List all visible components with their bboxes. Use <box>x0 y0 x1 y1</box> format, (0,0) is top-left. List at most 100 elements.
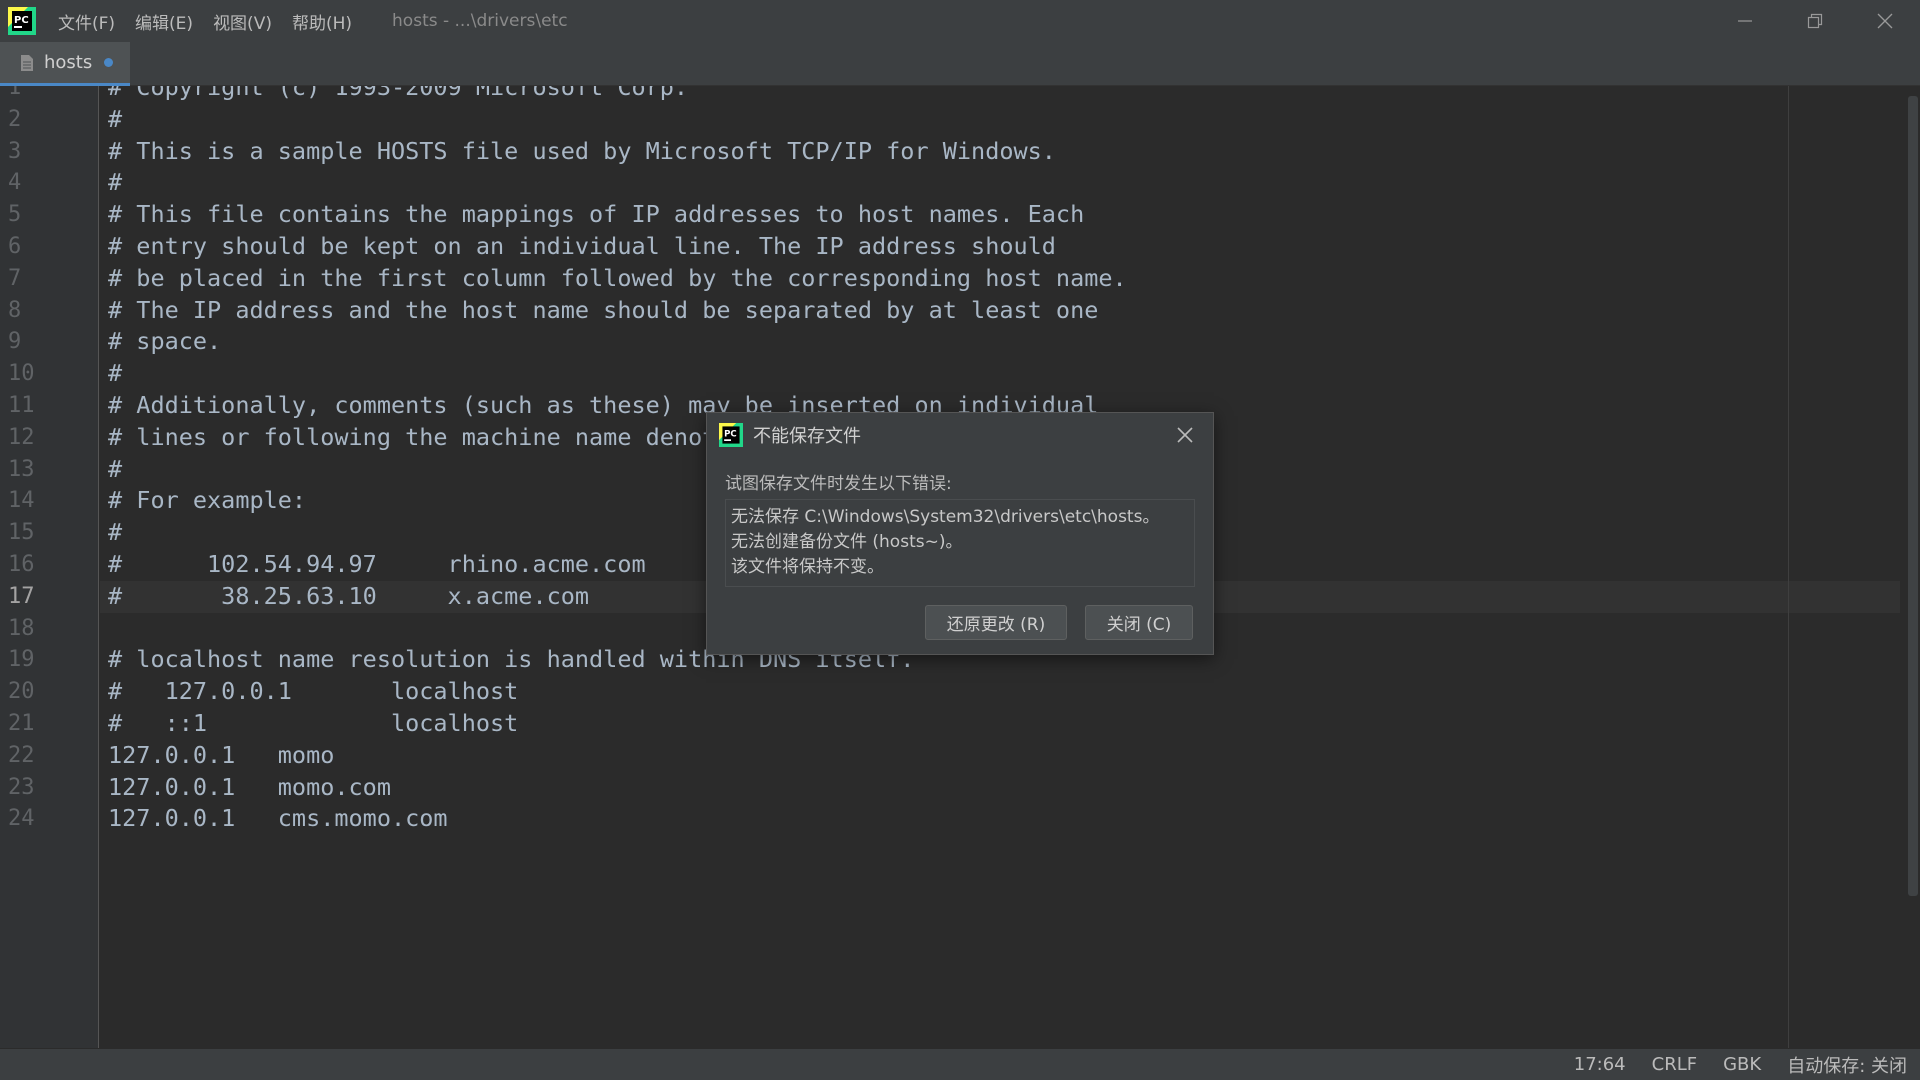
line-number: 19 <box>8 647 35 673</box>
svg-text:PC: PC <box>724 430 737 440</box>
line-number: 24 <box>8 806 35 832</box>
pycharm-logo-icon: PC <box>8 7 36 35</box>
code-line[interactable]: # entry should be kept on an individual … <box>100 231 1900 263</box>
code-line[interactable]: # This file contains the mappings of IP … <box>100 199 1900 231</box>
line-number: 21 <box>8 711 35 736</box>
line-number: 8 <box>8 297 22 323</box>
code-line-text: # be placed in the first column followed… <box>108 263 1127 292</box>
code-line[interactable]: # <box>100 167 1900 199</box>
close-icon <box>1177 427 1193 443</box>
line-number: 10 <box>8 361 35 387</box>
menu-file[interactable]: 文件(F) <box>48 0 125 42</box>
line-number: 7 <box>8 265 22 291</box>
code-line-text: # <box>108 359 123 388</box>
autosave-status[interactable]: 自动保存: 关闭 <box>1774 1052 1920 1078</box>
vertical-scrollbar[interactable] <box>1906 86 1920 1048</box>
status-bar: 17:64 CRLF GBK 自动保存: 关闭 <box>0 1048 1920 1080</box>
right-margin-guide <box>1788 86 1789 1048</box>
minimize-icon <box>1738 20 1752 22</box>
title-bar: PC 文件(F) 编辑(E) 视图(V) 帮助(H) hosts - ...\d… <box>0 0 1920 42</box>
window-title: hosts - ...\drivers\etc <box>392 11 568 31</box>
code-line[interactable]: 127.0.0.1 momo <box>100 740 1900 772</box>
code-line-text: # ::1 localhost <box>108 709 519 737</box>
menu-bar: 文件(F) 编辑(E) 视图(V) 帮助(H) <box>48 0 362 42</box>
line-ending[interactable]: CRLF <box>1639 1054 1710 1075</box>
code-line-text: # Copyright (c) 1993-2009 Microsoft Corp… <box>108 86 689 101</box>
line-number: 15 <box>8 520 35 546</box>
minimize-button[interactable] <box>1710 0 1780 42</box>
code-line-text: 127.0.0.1 momo <box>108 740 335 769</box>
code-line[interactable]: # be placed in the first column followed… <box>100 263 1900 295</box>
line-number: 4 <box>8 170 22 196</box>
line-number: 5 <box>8 202 22 228</box>
svg-text:PC: PC <box>14 15 29 26</box>
dialog-subtitle: 试图保存文件时发生以下错误: <box>725 474 952 494</box>
dialog-title: 不能保存文件 <box>753 426 861 447</box>
code-line[interactable]: # 127.0.0.1 localhost <box>100 676 1900 708</box>
restore-icon <box>1807 13 1823 29</box>
line-number: 14 <box>8 488 35 514</box>
code-line[interactable]: # <box>100 104 1900 136</box>
file-encoding[interactable]: GBK <box>1710 1054 1774 1075</box>
line-number: 17 <box>8 583 35 609</box>
line-number: 9 <box>8 329 22 355</box>
cursor-position[interactable]: 17:64 <box>1561 1054 1639 1075</box>
code-line[interactable]: # ::1 localhost <box>100 708 1900 740</box>
line-number: 12 <box>8 424 35 450</box>
code-line-text: # space. <box>108 327 222 356</box>
menu-view[interactable]: 视图(V) <box>203 0 282 42</box>
line-number: 20 <box>8 679 35 705</box>
code-line[interactable]: 127.0.0.1 cms.momo.com <box>100 803 1900 835</box>
code-line-text: # <box>108 168 123 197</box>
close-window-button[interactable] <box>1850 0 1920 42</box>
dialog-close-button[interactable] <box>1175 425 1195 445</box>
line-number-gutter: 1 2 3 4 5 6 7 8 9 10 11 12 13 14 15 16 17 18 19 20 21 22 23 24 <box>0 86 99 1048</box>
line-number: 23 <box>8 774 35 800</box>
line-number: 3 <box>8 138 22 164</box>
line-number: 22 <box>8 742 35 768</box>
line-number: 16 <box>8 552 35 577</box>
restore-button[interactable] <box>1780 0 1850 42</box>
code-line-text: # The IP address and the host name shoul… <box>108 295 1099 324</box>
tab-hosts[interactable]: hosts <box>0 42 130 86</box>
code-line-text: # This file contains the mappings of IP … <box>108 200 1085 229</box>
pycharm-logo-icon: PC <box>719 423 743 447</box>
tab-label: hosts <box>44 52 93 73</box>
line-number: 13 <box>8 456 35 482</box>
code-line[interactable]: # space. <box>100 326 1900 358</box>
code-line-text: # <box>108 104 123 133</box>
code-line-text: 127.0.0.1 cms.momo.com <box>108 804 448 833</box>
tab-bar: hosts <box>0 42 1920 86</box>
code-line[interactable]: # Copyright (c) 1993-2009 Microsoft Corp… <box>100 86 1900 104</box>
code-line-text: # <box>108 454 123 483</box>
code-line-text: # entry should be kept on an individual … <box>108 232 1056 260</box>
line-number: 18 <box>8 615 35 641</box>
scrollbar-thumb[interactable] <box>1908 96 1918 896</box>
code-line-text: # 127.0.0.1 localhost <box>108 677 519 706</box>
save-error-dialog: PC 不能保存文件 试图保存文件时发生以下错误: 无法保存 C:\Windows… <box>706 412 1214 655</box>
line-number: 2 <box>8 106 22 132</box>
close-icon <box>1877 13 1893 29</box>
line-number: 1 <box>8 86 22 100</box>
code-line[interactable]: # The IP address and the host name shoul… <box>100 295 1900 327</box>
code-line-text: # This is a sample HOSTS file used by Mi… <box>108 136 1056 165</box>
dialog-header: PC 不能保存文件 <box>707 413 1213 457</box>
error-line: 无法保存 C:\Windows\System32\drivers\etc\hos… <box>731 507 1160 527</box>
code-line-text: # For example: <box>108 486 307 515</box>
menu-help[interactable]: 帮助(H) <box>282 0 362 42</box>
code-line[interactable]: # This is a sample HOSTS file used by Mi… <box>100 136 1900 168</box>
error-message: 无法保存 C:\Windows\System32\drivers\etc\hos… <box>725 499 1195 587</box>
line-number: 6 <box>8 234 22 259</box>
error-line: 该文件将保持不变。 <box>731 557 884 577</box>
code-line-text: 127.0.0.1 momo.com <box>108 772 391 801</box>
close-button[interactable]: 关闭 (C) <box>1085 605 1193 640</box>
file-icon <box>21 54 33 71</box>
window-controls <box>1710 0 1920 42</box>
menu-edit[interactable]: 编辑(E) <box>125 0 203 42</box>
code-line[interactable]: 127.0.0.1 momo.com <box>100 772 1900 804</box>
revert-changes-button[interactable]: 还原更改 (R) <box>925 605 1067 640</box>
error-line: 无法创建备份文件 (hosts~)。 <box>731 532 963 552</box>
code-line-text: # <box>108 518 123 547</box>
code-line[interactable]: # <box>100 358 1900 390</box>
line-number: 11 <box>8 393 35 418</box>
